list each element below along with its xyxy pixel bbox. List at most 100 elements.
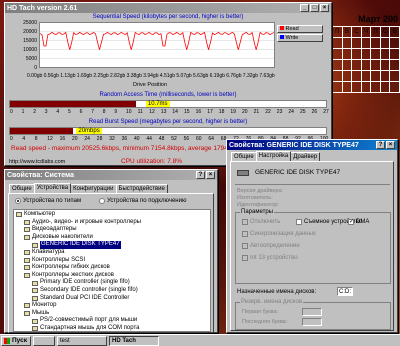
info-row-label: Идентификатор:: [237, 202, 280, 208]
radio-by-type-label: Устройства по типам: [23, 198, 82, 204]
help-button[interactable]: ?: [196, 171, 205, 179]
x-tick-label: 4.51gb: [159, 73, 176, 79]
tree-item[interactable]: Контроллеры жестких дисков: [16, 272, 208, 280]
param-checkbox[interactable]: ✓ DMA: [348, 219, 369, 225]
tree-item[interactable]: Standard Dual PCI IDE Controller: [16, 295, 208, 303]
tree-item[interactable]: GENERIC IDE DISK TYPE47: [16, 241, 208, 249]
legend-write[interactable]: Write: [277, 34, 323, 42]
device-tree[interactable]: Компьютер Аудио-, видео- и игровые контро…: [13, 209, 211, 332]
calendar-month: Март 200: [358, 14, 398, 24]
tab-general[interactable]: Общие: [231, 152, 257, 161]
tree-item[interactable]: Primary IDE controller (single fifo): [16, 279, 208, 287]
hdtach-titlebar[interactable]: HD Tach version 2.61 _ □ ×: [5, 3, 331, 13]
device-icon: [24, 257, 30, 263]
access-tick-label: 2: [33, 109, 36, 115]
params-label: Параметры: [240, 209, 274, 215]
task-button-hdtach[interactable]: HD Tach: [109, 335, 159, 346]
radio-by-connection-dot: [99, 198, 105, 204]
x-tick-label: 0.00gb: [27, 73, 43, 79]
y-tick-label: 0: [34, 65, 37, 71]
tree-item-label: Видеоадаптеры: [32, 226, 77, 233]
checkbox-box: [242, 219, 248, 225]
tab-performance[interactable]: Быстродействие: [115, 184, 168, 193]
param-checkbox[interactable]: Отключить: [242, 219, 280, 225]
maximize-button[interactable]: □: [310, 4, 319, 12]
first-letter-label: Первая буква:: [242, 309, 279, 315]
x-tick-label: 6.19gb: [209, 73, 225, 79]
tcdlabs-link[interactable]: http://www.tcdlabs.com: [9, 159, 65, 165]
disk-properties-window[interactable]: Свойства: GENERIC IDE DISK TYPE47 ? × Общ…: [226, 139, 398, 333]
start-label: Пуск: [12, 336, 27, 344]
access-value: 10.7ms: [145, 101, 170, 107]
radio-by-type[interactable]: Устройства по типам: [15, 198, 81, 204]
tab-configurations[interactable]: Конфигурации: [70, 184, 117, 193]
sysprops-panel: Устройства по типам Устройства по подклю…: [8, 193, 214, 333]
device-icon: [24, 265, 30, 271]
burst-tick-label: 64: [208, 136, 214, 142]
tree-item[interactable]: Стандартная мышь для COM порта: [16, 325, 208, 331]
weekday-label: В: [341, 26, 353, 38]
drive-letter-field[interactable]: C:D:: [337, 287, 353, 296]
task-button-test[interactable]: test: [57, 335, 107, 346]
read-speed-line: [40, 31, 274, 50]
access-tick-label: 20: [242, 109, 248, 115]
x-tick-label: 7.63gb: [259, 73, 275, 79]
tree-item[interactable]: Дисковые накопители: [16, 234, 208, 242]
x-axis-label: Drive Position: [133, 82, 167, 88]
first-letter-field[interactable]: [302, 308, 322, 316]
device-icon: [32, 288, 38, 294]
reserved-group: Резерв. имена дисков Первая буква: После…: [235, 299, 391, 330]
tab-settings[interactable]: Настройка: [255, 151, 292, 161]
legend-read[interactable]: Read: [277, 25, 323, 33]
sysprops-titlebar[interactable]: Свойства: Система ? ×: [5, 170, 217, 180]
checkbox-label: Синхронизация данных: [250, 231, 316, 237]
burst-header: Read Burst Speed (megabytes per second, …: [88, 119, 248, 125]
burst-tick-label: 28: [96, 136, 103, 142]
y-tick-label: 15000: [23, 38, 37, 44]
tree-item[interactable]: Аудио-, видео- и игровые контроллеры: [16, 219, 208, 227]
access-tick-label: 23: [276, 109, 283, 115]
device-icon: [32, 280, 38, 286]
tab-driver[interactable]: Драйвер: [290, 152, 321, 161]
y-tick-label: 25000: [23, 20, 37, 26]
x-tick-label: 7.32gb: [242, 73, 259, 79]
access-tick-label: 1: [21, 109, 25, 115]
diskprops-titlebar[interactable]: Свойства: GENERIC IDE DISK TYPE47 ? ×: [227, 140, 397, 150]
system-properties-window[interactable]: Свойства: Система ? × Общие Устройства Конф…: [4, 169, 218, 333]
close-button[interactable]: ×: [386, 141, 395, 149]
help-button[interactable]: ?: [376, 141, 385, 149]
access-tick-label: 19: [230, 109, 236, 115]
last-letter-field[interactable]: [302, 318, 322, 326]
burst-tick-label: 48: [158, 136, 165, 142]
device-icon: [32, 295, 38, 301]
access-tick-label: 14: [172, 109, 178, 115]
info-rows: Версия драйвера: Изготовитель: Идентификат…: [237, 188, 283, 209]
tree-item[interactable]: Монитор: [16, 302, 208, 310]
tree-item[interactable]: Клавиатура: [16, 249, 208, 257]
minimize-button[interactable]: _: [300, 4, 309, 12]
burst-fill: [10, 128, 74, 134]
tree-item[interactable]: Контроллеры гибких дисков: [16, 264, 208, 272]
tree-item[interactable]: Контроллеры SCSI: [16, 257, 208, 265]
tree-item-label: GENERIC IDE DISK TYPE47: [40, 241, 121, 249]
tree-item-label: Standard Dual PCI IDE Controller: [40, 294, 130, 301]
x-tick-label: 6.76gb: [226, 73, 242, 79]
tree-item[interactable]: PS/2-совместимый порт для мыши: [16, 317, 208, 325]
y-tick-label: 10000: [23, 47, 37, 53]
close-button[interactable]: ×: [206, 171, 215, 179]
task-button-blank[interactable]: [33, 335, 55, 346]
param-checkbox[interactable]: Автоопределение: [242, 243, 300, 249]
tree-item[interactable]: Видеоадаптеры: [16, 226, 208, 234]
radio-by-connection[interactable]: Устройства по подключению: [99, 198, 186, 204]
param-checkbox[interactable]: Int 13 устройство: [242, 255, 298, 261]
tab-devices[interactable]: Устройства: [33, 183, 72, 193]
access-tick-label: 0: [10, 109, 13, 115]
tree-item[interactable]: Компьютер: [16, 211, 208, 219]
tree-item[interactable]: Secondary IDE controller (single fifo): [16, 287, 208, 295]
start-button[interactable]: Пуск: [1, 335, 31, 346]
close-button[interactable]: ×: [320, 4, 329, 12]
checkbox-box: ✓: [348, 219, 355, 225]
tab-general[interactable]: Общие: [9, 184, 35, 193]
param-checkbox[interactable]: Синхронизация данных: [242, 231, 316, 237]
device-name: GENERIC IDE DISK TYPE47: [255, 169, 341, 176]
